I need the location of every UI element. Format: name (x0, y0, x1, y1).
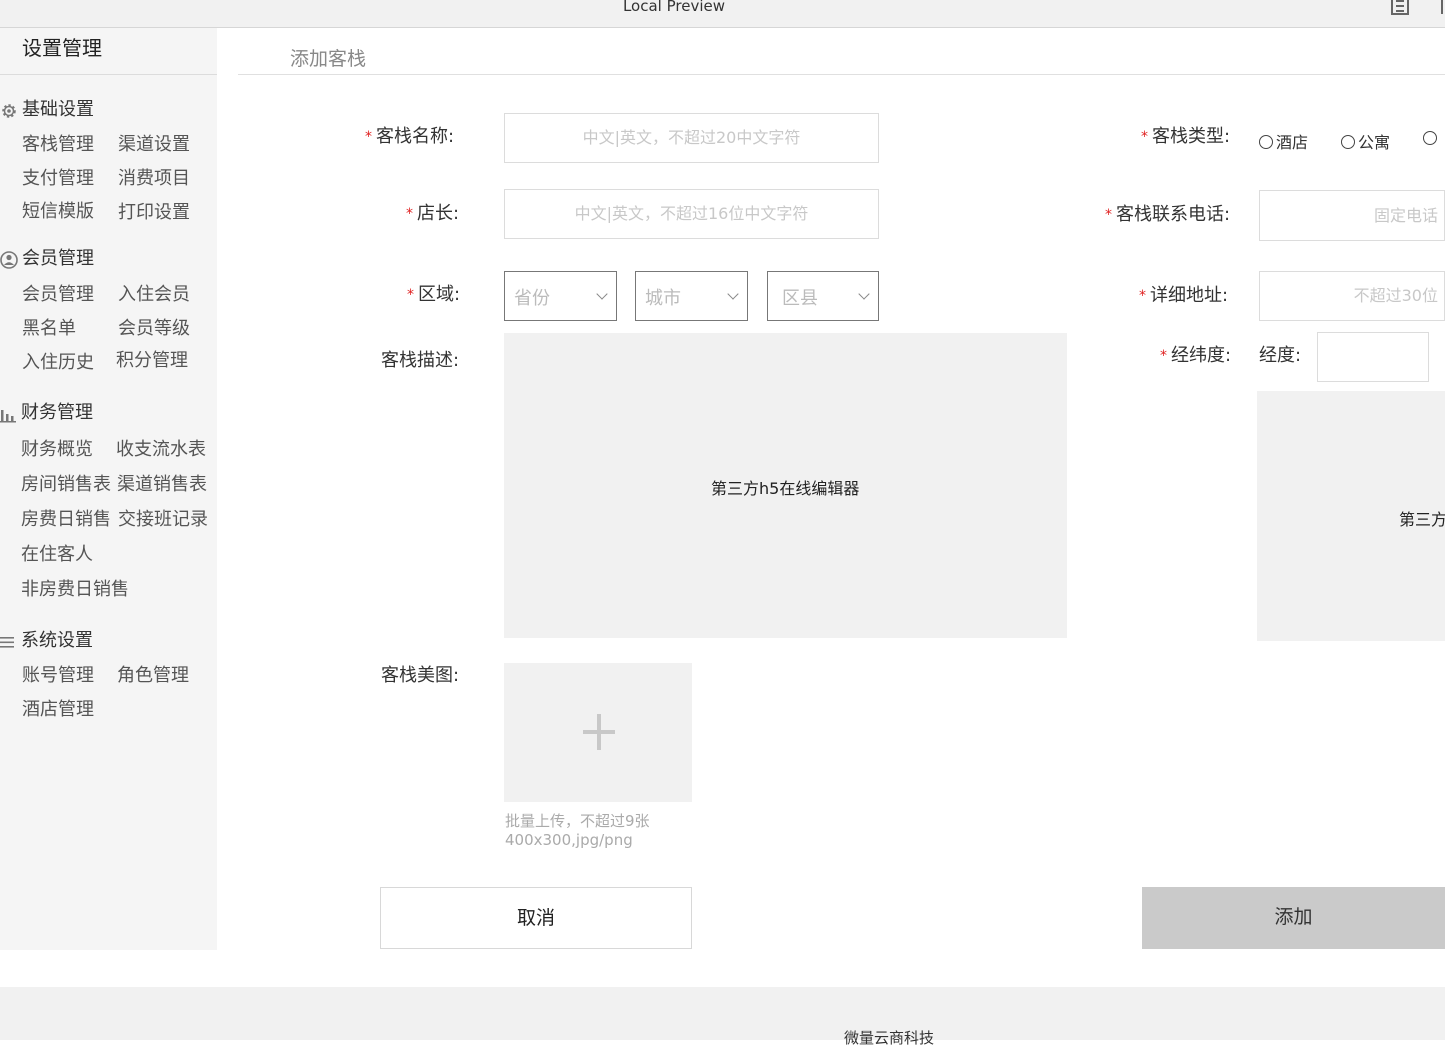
province-select[interactable]: 省份 (504, 271, 617, 321)
sidebar-item-channel-settings[interactable]: 渠道设置 (118, 133, 190, 157)
required-mark: * (1139, 288, 1146, 304)
sidebar-item-checkin-history[interactable]: 入住历史 (22, 351, 94, 375)
inn-type-label: * 客栈类型: (1141, 126, 1231, 147)
type-radio-hotel[interactable]: 酒店 (1259, 129, 1308, 153)
required-mark: * (406, 206, 413, 222)
city-select[interactable]: 城市 (635, 271, 748, 321)
footer-text: 微量云商科技 (844, 1029, 935, 1047)
inn-name-input[interactable]: 中文|英文，不超过20中文字符 (504, 113, 879, 163)
sidebar-item-channel-sales[interactable]: 渠道销售表 (117, 473, 207, 497)
sidebar-item-accounts[interactable]: 账号管理 (22, 664, 94, 688)
window-title: Local Preview (622, 0, 726, 15)
sidebar-title: 设置管理 (22, 36, 102, 60)
sidebar-item-member-levels[interactable]: 会员等级 (118, 317, 190, 341)
sidebar-item-cashflow[interactable]: 收支流水表 (116, 438, 206, 462)
page-title: 添加客栈 (290, 48, 367, 70)
footer: 微量云商科技 (0, 987, 1445, 1047)
upload-hint-format: 400x300,jpg/png (505, 831, 633, 849)
preview-titlebar: Local Preview (0, 0, 1445, 28)
cancel-button[interactable]: 取消 (380, 887, 692, 949)
province-placeholder: 省份 (514, 288, 550, 309)
image-upload-button[interactable] (504, 663, 692, 802)
sidebar-item-members[interactable]: 会员管理 (22, 283, 94, 307)
chevron-down-icon (727, 288, 739, 300)
sidebar-item-finance-overview[interactable]: 财务概览 (21, 438, 93, 462)
required-mark: * (407, 287, 414, 303)
images-label: 客栈美图: (381, 665, 460, 686)
document-icon[interactable] (1391, 0, 1409, 15)
type-radio-apartment[interactable]: 公寓 (1341, 129, 1390, 153)
sidebar-item-consumption-items[interactable]: 消费项目 (118, 167, 190, 191)
manager-input[interactable]: 中文|英文，不超过16位中文字符 (504, 189, 879, 239)
sidebar-item-current-guests[interactable]: 在住客人 (21, 543, 93, 567)
sidebar-item-non-room-daily-sales[interactable]: 非房费日销售 (21, 578, 129, 602)
section-label: 会员管理 (22, 248, 94, 269)
manager-label: * 店长: (406, 203, 460, 224)
district-select[interactable]: 区县 (767, 271, 879, 321)
sidebar-item-payment-management[interactable]: 支付管理 (22, 167, 94, 191)
type-radio-other[interactable] (1423, 129, 1440, 148)
city-placeholder: 城市 (645, 288, 681, 309)
description-label: 客栈描述: (381, 350, 460, 371)
sidebar-item-daily-room-sales[interactable]: 房费日销售 (21, 508, 111, 532)
required-mark: * (1141, 129, 1148, 145)
add-button[interactable]: 添加 (1142, 887, 1445, 949)
required-mark: * (1160, 348, 1167, 364)
header-divider (238, 74, 1445, 75)
menu-icon (0, 637, 14, 648)
chevron-down-icon (596, 288, 608, 300)
radio-icon (1423, 131, 1437, 145)
coords-label: * 经纬度: (1160, 345, 1232, 366)
sidebar-item-blacklist[interactable]: 黑名单 (22, 317, 76, 341)
map-placeholder: 第三方 (1399, 510, 1445, 529)
sidebar-item-inn-management[interactable]: 客栈管理 (22, 133, 94, 157)
phone-input[interactable]: 固定电话 (1259, 190, 1445, 241)
section-label: 财务管理 (21, 402, 93, 423)
sidebar-item-hotels[interactable]: 酒店管理 (22, 698, 94, 722)
longitude-input[interactable] (1317, 332, 1429, 382)
user-icon (0, 251, 18, 269)
plus-icon (583, 714, 615, 750)
required-mark: * (1105, 207, 1112, 223)
description-editor[interactable]: 第三方h5在线编辑器 (504, 333, 1067, 638)
address-label: * 详细地址: (1139, 285, 1229, 306)
district-placeholder: 区县 (782, 288, 818, 309)
panel-icon[interactable] (1441, 0, 1445, 14)
map-picker[interactable]: 第三方 (1257, 391, 1445, 641)
upload-hint-count: 批量上传，不超过9张 (505, 812, 650, 830)
longitude-label: 经度: (1259, 345, 1302, 366)
chevron-down-icon (858, 288, 870, 300)
sidebar-item-points-management[interactable]: 积分管理 (116, 349, 188, 373)
sidebar-item-print-settings[interactable]: 打印设置 (118, 201, 190, 225)
sidebar-item-checked-in-members[interactable]: 入住会员 (118, 283, 190, 307)
section-label: 系统设置 (21, 630, 93, 651)
sidebar-item-sms-templates[interactable]: 短信模版 (22, 200, 94, 224)
sidebar-divider (0, 74, 217, 75)
sidebar-item-roles[interactable]: 角色管理 (117, 664, 189, 688)
inn-name-label: * 客栈名称: (365, 126, 455, 147)
phone-label: * 客栈联系电话: (1105, 204, 1231, 225)
region-label: * 区域: (407, 284, 461, 305)
gear-icon (2, 104, 16, 118)
radio-icon (1341, 135, 1355, 149)
required-mark: * (365, 129, 372, 145)
sidebar: 设置管理 基础设置 客栈管理 渠道设置 支付管理 消费项目 短信模版 打印设置 … (0, 28, 217, 950)
section-label: 基础设置 (22, 99, 94, 120)
radio-icon (1259, 135, 1273, 149)
sidebar-item-room-sales[interactable]: 房间销售表 (21, 473, 111, 497)
editor-placeholder: 第三方h5在线编辑器 (711, 479, 860, 498)
sidebar-item-shift-records[interactable]: 交接班记录 (118, 508, 208, 532)
bar-chart-icon (0, 410, 16, 423)
address-input[interactable]: 不超过30位 (1259, 271, 1445, 321)
